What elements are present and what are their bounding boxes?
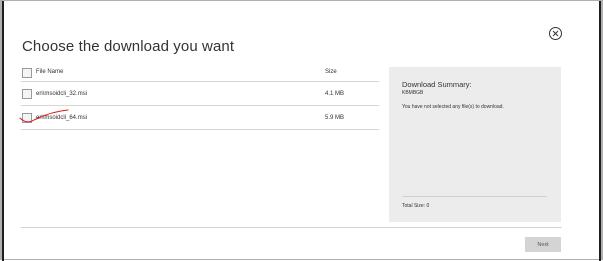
- window-edge-right: [599, 1, 601, 261]
- file-name: en\msoidcli_64.msi: [36, 114, 88, 121]
- close-icon: [552, 30, 559, 37]
- summary-message: You have not selected any file(s) to dow…: [402, 104, 504, 110]
- table-row[interactable]: en\msoidcli_64.msi 5.9 MB: [21, 106, 379, 130]
- close-button[interactable]: [549, 27, 562, 40]
- file-table: File Name Size en\msoidcli_32.msi 4.1 MB…: [21, 66, 379, 130]
- file-size: 4.1 MB: [325, 90, 345, 97]
- download-dialog: Choose the download you want File Name S…: [0, 0, 603, 261]
- column-header-size: Size: [325, 69, 337, 75]
- download-summary-panel: Download Summary: KBMBGB You have not se…: [389, 67, 561, 222]
- summary-kb-id: KBMBGB: [402, 90, 424, 96]
- table-header-row: File Name Size: [21, 66, 379, 82]
- file-checkbox-64[interactable]: [22, 112, 32, 123]
- column-header-file-name: File Name: [36, 69, 64, 75]
- file-name: en\msoidcli_32.msi: [36, 90, 88, 97]
- file-size: 5.9 MB: [325, 114, 345, 121]
- table-row[interactable]: en\msoidcli_32.msi 4.1 MB: [21, 82, 379, 106]
- dialog-title: Choose the download you want: [22, 38, 235, 55]
- summary-title: Download Summary:: [402, 80, 472, 89]
- next-button[interactable]: Next: [525, 237, 561, 252]
- summary-total-size: Total Size: 0: [402, 203, 430, 209]
- footer-divider: [21, 227, 562, 228]
- select-all-checkbox[interactable]: [22, 68, 32, 78]
- file-checkbox-32[interactable]: [22, 88, 32, 99]
- window-edge-left: [2, 1, 4, 261]
- summary-divider: [402, 196, 547, 197]
